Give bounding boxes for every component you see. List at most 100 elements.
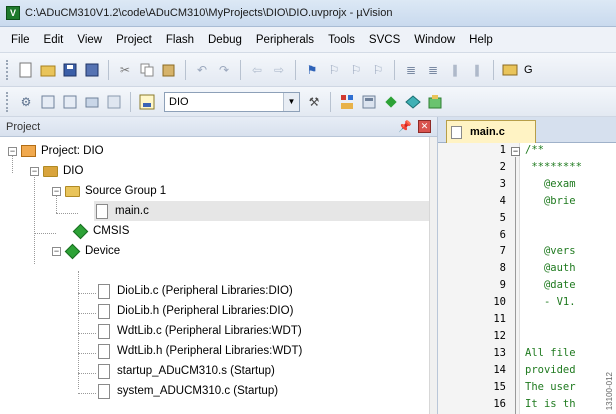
tree-connector <box>78 271 79 389</box>
tab-main-c[interactable]: main.c <box>446 120 536 143</box>
find-in-files-icon[interactable] <box>502 62 518 78</box>
manage-project-items-icon[interactable] <box>339 94 355 110</box>
bookmark-icon[interactable]: ⚑ <box>304 62 320 78</box>
open-folder-icon[interactable] <box>40 62 56 78</box>
tree-node-file[interactable]: WdtLib.c (Peripheral Libraries:WDT) <box>96 321 302 341</box>
toolbar-grip[interactable] <box>6 91 9 112</box>
nav-back-icon[interactable]: ⇦ <box>249 62 265 78</box>
rebuild-icon[interactable] <box>62 94 78 110</box>
tree-connector <box>78 313 96 314</box>
file-icon <box>94 203 110 219</box>
editor-pane: main.c − 1/** 2 ******** 3 @exam 4 @brie 5 6 7… <box>437 117 616 414</box>
save-all-icon[interactable] <box>84 62 100 78</box>
code-line[interactable]: 1 /** <box>438 144 616 161</box>
nav-forward-icon[interactable]: ⇨ <box>271 62 287 78</box>
code-line[interactable]: 4 @brie <box>438 195 616 212</box>
collapse-icon[interactable]: − <box>30 166 39 176</box>
menu-edit[interactable]: Edit <box>37 34 71 46</box>
redo-icon[interactable]: ↷ <box>216 62 232 78</box>
window-title: C:\ADuCM310V1.2\code\ADuCM310\MyProjects… <box>25 7 393 19</box>
pack-installer-alt-icon[interactable] <box>427 94 443 110</box>
code-line[interactable]: 7 @vers <box>438 245 616 262</box>
tree-node-cmsis[interactable]: CMSIS <box>72 221 129 241</box>
tree-node-file[interactable]: startup_ADuCM310.s (Startup) <box>96 361 275 381</box>
line-number: 9 <box>499 279 506 292</box>
code-line[interactable]: 15 The user <box>438 381 616 398</box>
undo-icon[interactable]: ↶ <box>194 62 210 78</box>
code-line[interactable]: 11 <box>438 313 616 330</box>
build-icon[interactable] <box>40 94 56 110</box>
tree-node-label: startup_ADuCM310.s (Startup) <box>117 365 275 377</box>
indent-icon[interactable]: ≣ <box>403 62 419 78</box>
pin-icon[interactable]: 📌 <box>398 120 412 133</box>
comment-icon[interactable]: ∥ <box>447 62 463 78</box>
collapse-icon[interactable]: − <box>8 146 17 156</box>
toolbar-grip[interactable] <box>6 59 9 80</box>
tree-node-project[interactable]: − Project: DIO <box>8 141 104 161</box>
menu-help[interactable]: Help <box>462 34 500 46</box>
tree-node-device[interactable]: − Device <box>52 241 120 261</box>
tree-node-file[interactable]: system_ADUCM310.c (Startup) <box>96 381 278 401</box>
tree-node-file[interactable]: DioLib.c (Peripheral Libraries:DIO) <box>96 281 293 301</box>
menu-file[interactable]: File <box>4 34 37 46</box>
paste-icon[interactable] <box>161 62 177 78</box>
translate-icon[interactable]: ⚙ <box>18 94 34 110</box>
code-line[interactable]: 2 ******** <box>438 161 616 178</box>
code-line[interactable]: 16 It is th <box>438 398 616 414</box>
figure-id: 13100-012 <box>605 371 614 410</box>
target-options-icon[interactable]: ⚒ <box>306 94 322 110</box>
tree-node-target-dio[interactable]: − DIO <box>30 161 83 181</box>
clear-bookmarks-icon[interactable]: ⚐ <box>370 62 386 78</box>
code-line[interactable]: 10 - V1. <box>438 296 616 313</box>
next-bookmark-icon[interactable]: ⚐ <box>348 62 364 78</box>
menu-window[interactable]: Window <box>407 34 462 46</box>
toolbar-separator <box>185 59 186 80</box>
batch-build-icon[interactable] <box>84 94 100 110</box>
copy-icon[interactable] <box>139 62 155 78</box>
code-text: ******** <box>525 160 582 173</box>
line-number: 1 <box>499 144 506 156</box>
code-line[interactable]: 5 <box>438 212 616 229</box>
line-number: 14 <box>493 363 506 376</box>
chevron-down-icon[interactable]: ▼ <box>283 92 299 111</box>
code-line[interactable]: 14 provided <box>438 364 616 381</box>
new-file-icon[interactable] <box>18 62 34 78</box>
target-icon <box>42 163 58 179</box>
pack-installer-icon[interactable] <box>405 94 421 110</box>
code-line[interactable]: 3 @exam <box>438 178 616 195</box>
unindent-icon[interactable]: ≣ <box>425 62 441 78</box>
line-number: 7 <box>499 245 506 258</box>
menu-flash[interactable]: Flash <box>159 34 201 46</box>
code-line[interactable]: 8 @auth <box>438 262 616 279</box>
select-packs-icon[interactable] <box>361 94 377 110</box>
cut-icon[interactable]: ✂ <box>117 62 133 78</box>
code-line[interactable]: 6 <box>438 229 616 246</box>
collapse-icon[interactable]: − <box>52 246 61 256</box>
menu-tools[interactable]: Tools <box>321 34 362 46</box>
close-icon[interactable]: ✕ <box>418 120 431 133</box>
menu-svcs[interactable]: SVCS <box>362 34 407 46</box>
prev-bookmark-icon[interactable]: ⚐ <box>326 62 342 78</box>
uncomment-icon[interactable]: ∥ <box>469 62 485 78</box>
code-text: All file <box>525 346 576 359</box>
stop-build-icon[interactable] <box>106 94 122 110</box>
code-area[interactable]: 1/** 2 ******** 3 @exam 4 @brie 5 6 7 @vers 8 @… <box>438 143 616 414</box>
tree-node-file[interactable]: DioLib.h (Peripheral Libraries:DIO) <box>96 301 293 321</box>
menu-debug[interactable]: Debug <box>201 34 249 46</box>
target-select[interactable]: DIO ▼ <box>164 91 300 112</box>
code-line[interactable]: 9 @date <box>438 279 616 296</box>
manage-rte-icon[interactable] <box>383 94 399 110</box>
tree-node-file[interactable]: WdtLib.h (Peripheral Libraries:WDT) <box>96 341 302 361</box>
tree-node-main-c[interactable]: main.c <box>94 201 429 221</box>
collapse-icon[interactable]: − <box>52 186 61 196</box>
code-line[interactable]: 13 All file <box>438 347 616 364</box>
download-load-icon[interactable] <box>139 94 155 110</box>
toolbar-separator <box>130 91 131 112</box>
menu-view[interactable]: View <box>70 34 109 46</box>
menu-project[interactable]: Project <box>109 34 159 46</box>
menu-peripherals[interactable]: Peripherals <box>249 34 321 46</box>
tree-node-source-group[interactable]: − Source Group 1 <box>52 181 166 201</box>
save-icon[interactable] <box>62 62 78 78</box>
code-line[interactable]: 12 <box>438 330 616 347</box>
pane-splitter[interactable] <box>429 137 437 414</box>
